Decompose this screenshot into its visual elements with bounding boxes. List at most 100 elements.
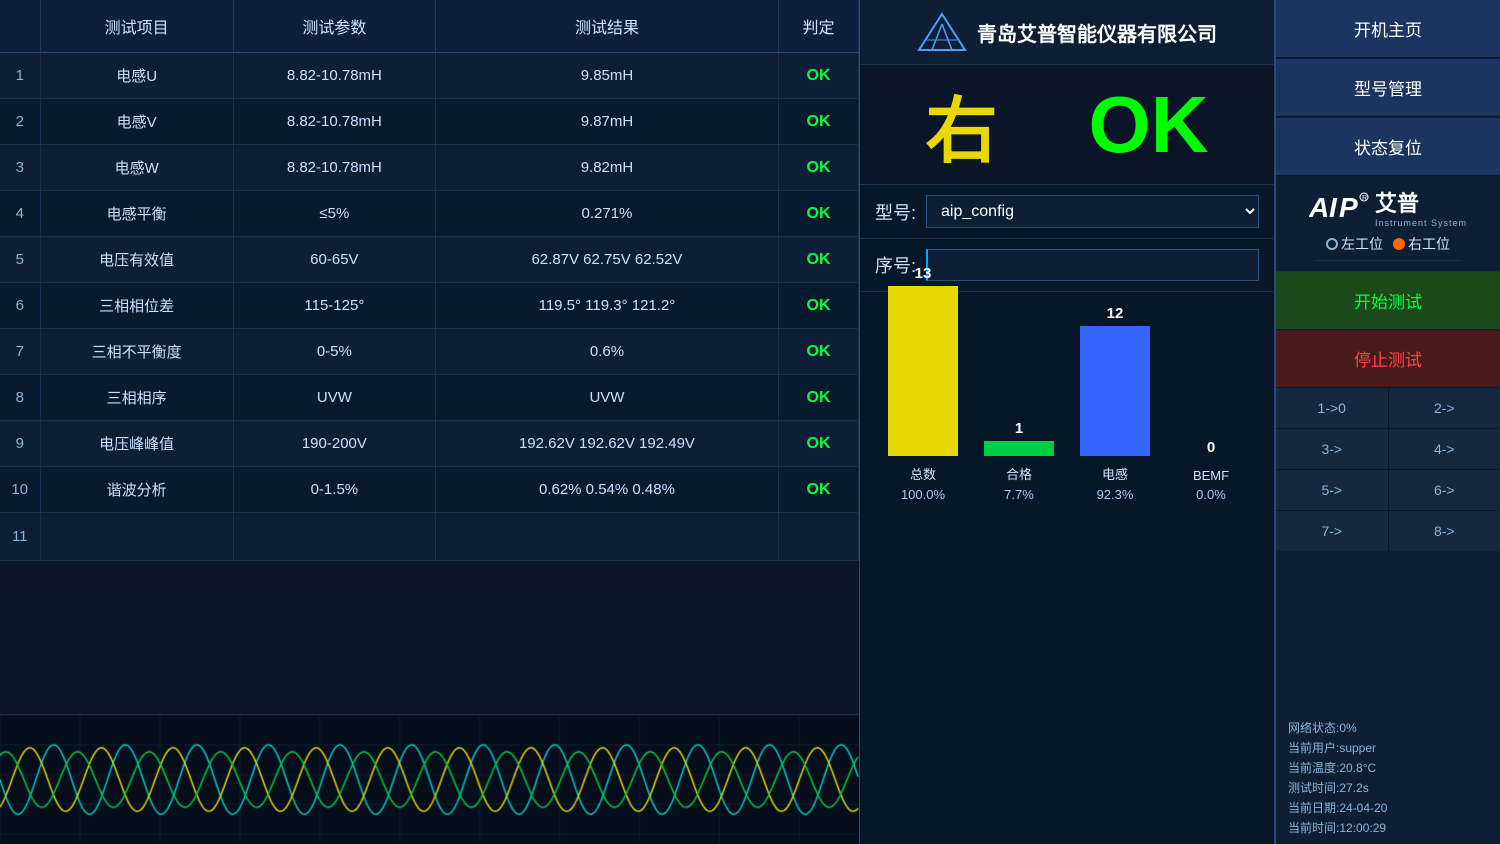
row-index: 6: [0, 283, 40, 329]
direction-label: 右: [925, 72, 997, 177]
middle-panel: 青岛艾普智能仪器有限公司 右 OK 型号: aip_config 序号: 13 …: [860, 0, 1275, 844]
row-param: ≤5%: [233, 191, 435, 237]
row-result: 9.85mH: [435, 53, 778, 99]
bar-category-label: 合格: [1006, 464, 1032, 483]
row-index: 2: [0, 99, 40, 145]
row-index: 8: [0, 375, 40, 421]
col-header-judge: 判定: [779, 0, 859, 53]
chart-bar-group: 12 电感 92.3%: [1080, 305, 1150, 502]
table-row: 3 电感W 8.82-10.78mH 9.82mH OK: [0, 145, 859, 191]
shortcut-btn-2[interactable]: 2->: [1389, 388, 1500, 428]
svg-text:P: P: [1339, 192, 1358, 223]
row-result: 9.82mH: [435, 145, 778, 191]
test-time-status: 测试时间:27.2s: [1288, 779, 1488, 796]
waveform-display: [0, 714, 859, 844]
row-index: 11: [0, 513, 40, 561]
right-station-radio-icon: [1393, 238, 1405, 250]
table-row: 5 电压有效值 60-65V 62.87V 62.75V 62.52V OK: [0, 237, 859, 283]
col-header-item: 测试项目: [40, 0, 233, 53]
row-item: 三相不平衡度: [40, 329, 233, 375]
chart-bar-group: 1 合格 7.7%: [984, 420, 1054, 502]
seq-input[interactable]: [926, 249, 1259, 281]
bar-chart: 13 总数 100.0% 1 合格 7.7% 12 电感 92.3% 0 BEM…: [875, 302, 1259, 502]
station-left[interactable]: 左工位: [1326, 234, 1383, 254]
left-panel: 测试项目 测试参数 测试结果 判定 1 电感U 8.82-10.78mH 9.8…: [0, 0, 860, 844]
test-result-ok: OK: [1088, 79, 1208, 171]
row-result: 0.62% 0.54% 0.48%: [435, 467, 778, 513]
shortcut-btn-5[interactable]: 5->: [1276, 470, 1388, 510]
right-nav-top: 开机主页 型号管理 状态复位: [1276, 0, 1500, 176]
row-item: 三相相位差: [40, 283, 233, 329]
row-item: [40, 513, 233, 561]
stop-test-button[interactable]: 停止测试: [1276, 330, 1500, 388]
shortcut-btn-7[interactable]: 7->: [1276, 511, 1388, 551]
table-row: 9 电压峰峰值 190-200V 192.62V 192.62V 192.49V…: [0, 421, 859, 467]
temperature-status: 当前温度:20.8°C: [1288, 759, 1488, 776]
row-param: 115-125°: [233, 283, 435, 329]
col-header-result: 测试结果: [435, 0, 778, 53]
row-item: 电感U: [40, 53, 233, 99]
aip-logo-icon: A I P R: [1309, 191, 1369, 223]
row-param: 0-1.5%: [233, 467, 435, 513]
right-panel: 开机主页 型号管理 状态复位 A I P R 艾普 Instrument: [1275, 0, 1500, 844]
home-button[interactable]: 开机主页: [1276, 0, 1500, 58]
row-result: UVW: [435, 375, 778, 421]
row-index: 5: [0, 237, 40, 283]
bar-pct-label: 0.0%: [1196, 487, 1226, 502]
bar-category-label: 总数: [910, 464, 936, 483]
aip-chinese-brand: 艾普 Instrument System: [1375, 186, 1467, 228]
aip-instrument-sub: Instrument System: [1375, 218, 1467, 228]
model-label: 型号:: [875, 199, 916, 225]
bar-category-label: 电感: [1102, 464, 1128, 483]
row-item: 电感平衡: [40, 191, 233, 237]
bar-category-label: BEMF: [1193, 468, 1229, 483]
row-index: 4: [0, 191, 40, 237]
table-row: 4 电感平衡 ≤5% 0.271% OK: [0, 191, 859, 237]
network-status: 网络状态:0%: [1288, 719, 1488, 736]
shortcut-btn-1[interactable]: 1->0: [1276, 388, 1388, 428]
company-logo-icon: [917, 12, 967, 52]
company-header: 青岛艾普智能仪器有限公司: [860, 0, 1274, 65]
row-judge: OK: [779, 329, 859, 375]
row-index: 1: [0, 53, 40, 99]
row-item: 电感V: [40, 99, 233, 145]
right-station-label: 右工位: [1408, 234, 1450, 254]
row-result: 192.62V 192.62V 192.49V: [435, 421, 778, 467]
shortcut-btn-4[interactable]: 4->: [1389, 429, 1500, 469]
row-param: UVW: [233, 375, 435, 421]
row-index: 10: [0, 467, 40, 513]
row-judge: OK: [779, 145, 859, 191]
row-judge: OK: [779, 375, 859, 421]
start-test-button[interactable]: 开始测试: [1276, 272, 1500, 330]
row-result: [435, 513, 778, 561]
row-param: [233, 513, 435, 561]
svg-text:A: A: [1309, 192, 1329, 223]
row-index: 9: [0, 421, 40, 467]
row-result: 119.5° 119.3° 121.2°: [435, 283, 778, 329]
bar-rect: [984, 441, 1054, 456]
bar-rect: [1080, 326, 1150, 456]
shortcut-grid: 1->02->3->4->5->6->7->8->: [1276, 388, 1500, 551]
model-management-button[interactable]: 型号管理: [1276, 59, 1500, 117]
table-row: 2 电感V 8.82-10.78mH 9.87mH OK: [0, 99, 859, 145]
row-param: 8.82-10.78mH: [233, 145, 435, 191]
current-time: 当前时间:12:00:29: [1288, 819, 1488, 836]
test-results-table: 测试项目 测试参数 测试结果 判定 1 电感U 8.82-10.78mH 9.8…: [0, 0, 859, 561]
shortcut-btn-6[interactable]: 6->: [1389, 470, 1500, 510]
shortcut-btn-8[interactable]: 8->: [1389, 511, 1500, 551]
col-header-index: [0, 0, 40, 53]
aip-logo-row: A I P R 艾普 Instrument System: [1309, 186, 1467, 228]
company-name-label: 青岛艾普智能仪器有限公司: [977, 18, 1217, 47]
station-right[interactable]: 右工位: [1393, 234, 1450, 254]
state-reset-button[interactable]: 状态复位: [1276, 118, 1500, 176]
shortcut-btn-3[interactable]: 3->: [1276, 429, 1388, 469]
row-judge: OK: [779, 99, 859, 145]
left-station-label: 左工位: [1341, 234, 1383, 254]
model-row: 型号: aip_config: [860, 185, 1274, 239]
table-row: 6 三相相位差 115-125° 119.5° 119.3° 121.2° OK: [0, 283, 859, 329]
aip-chinese-label: 艾普: [1375, 186, 1419, 218]
left-station-radio-icon: [1326, 238, 1338, 250]
row-param: 8.82-10.78mH: [233, 53, 435, 99]
model-select[interactable]: aip_config: [926, 195, 1259, 228]
row-item: 电压有效值: [40, 237, 233, 283]
